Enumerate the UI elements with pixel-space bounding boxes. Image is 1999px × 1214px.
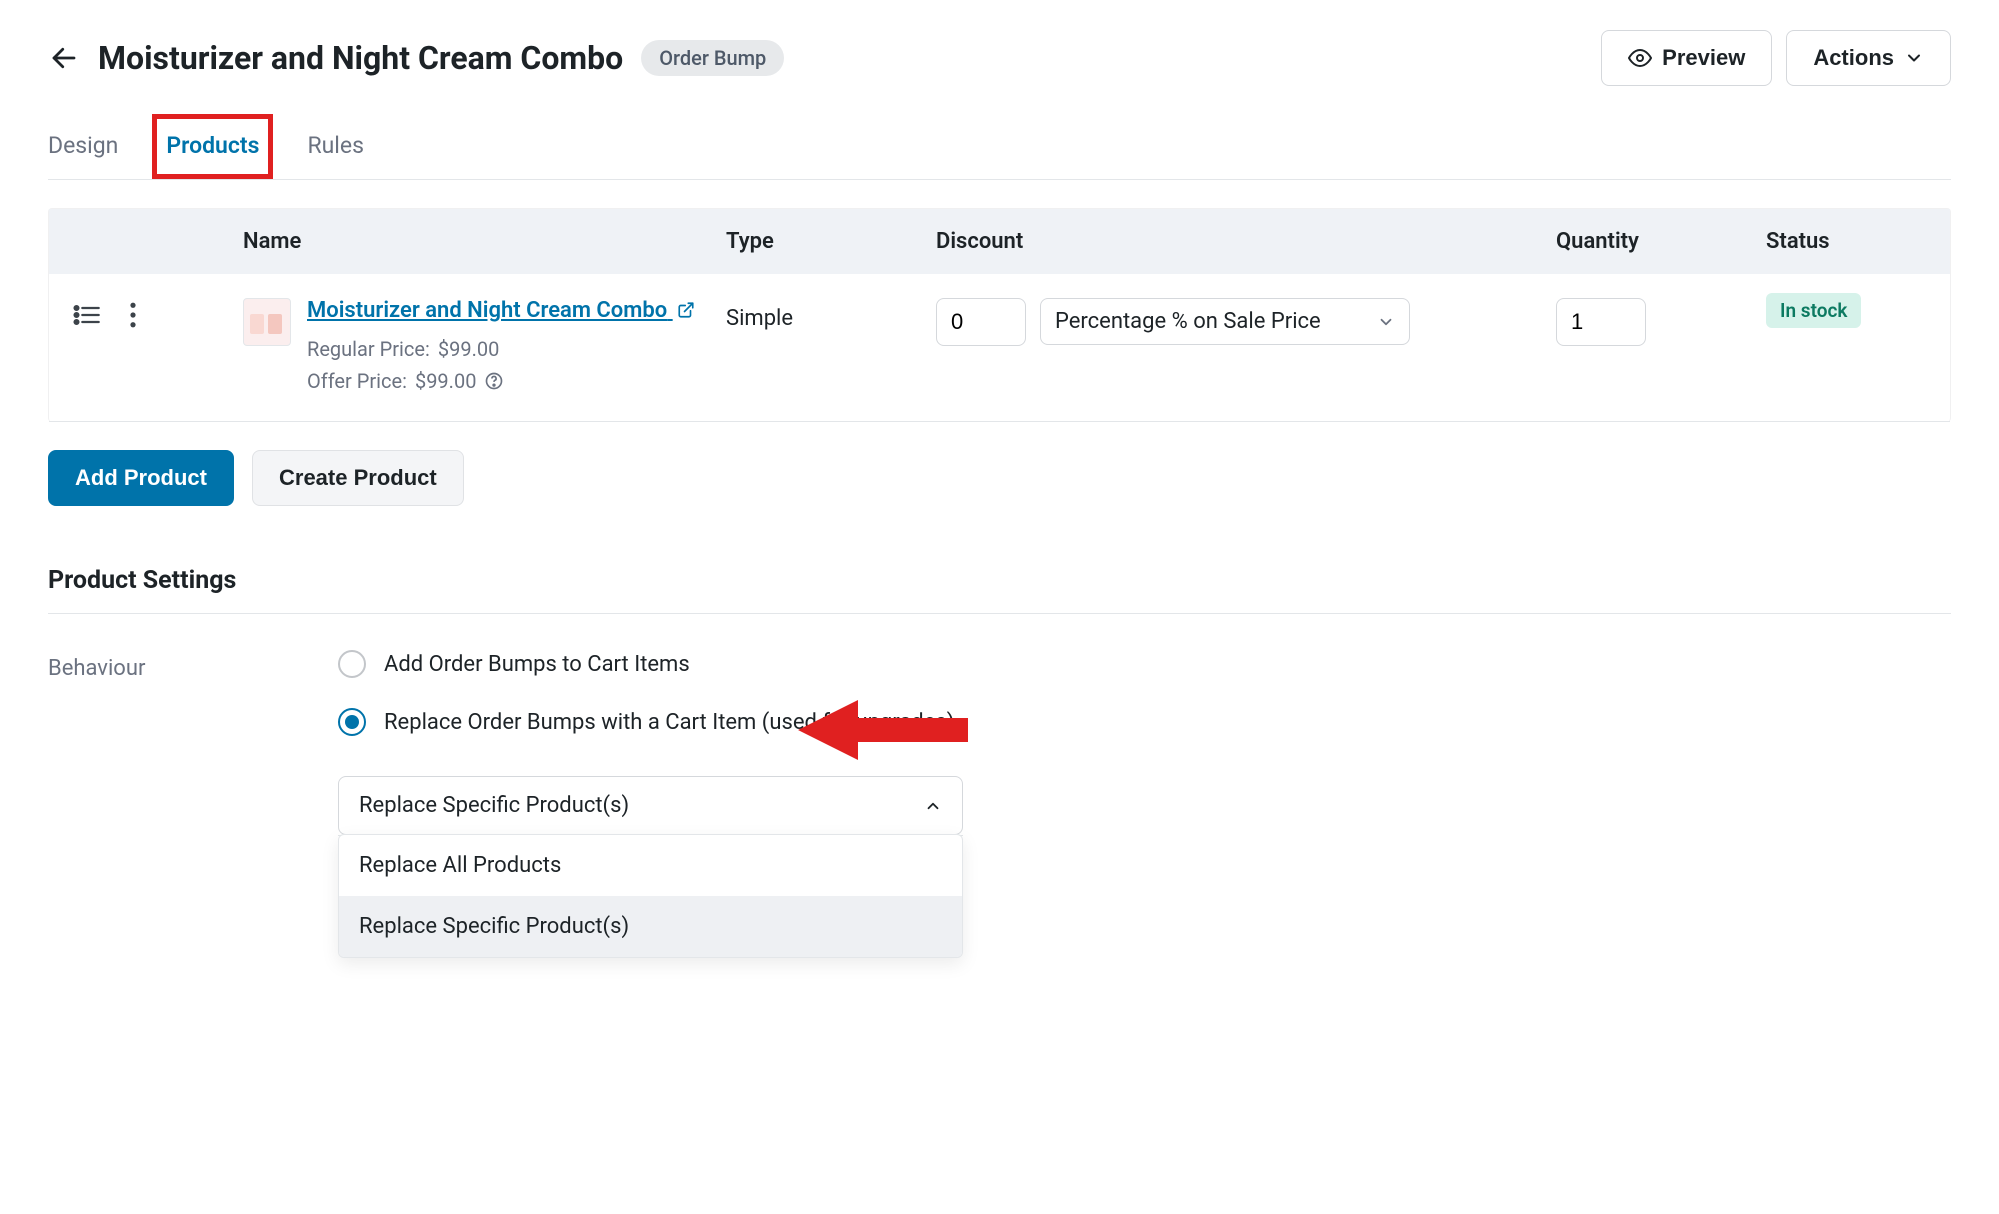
status-badge: In stock: [1766, 293, 1861, 328]
option-replace-specific[interactable]: Replace Specific Product(s): [339, 896, 962, 957]
type-badge: Order Bump: [641, 40, 784, 76]
col-type: Type: [726, 229, 936, 254]
chevron-up-icon: [924, 797, 942, 815]
external-link-icon: [677, 301, 695, 319]
product-name: Moisturizer and Night Cream Combo: [307, 298, 667, 323]
col-discount: Discount: [936, 229, 1556, 254]
radio-replace-label: Replace Order Bumps with a Cart Item (us…: [384, 710, 954, 735]
behaviour-setting: Behaviour Add Order Bumps to Cart Items …: [48, 650, 1951, 893]
actions-label: Actions: [1813, 45, 1894, 71]
product-thumbnail: [243, 298, 291, 346]
chevron-down-icon: [1377, 313, 1395, 331]
products-table: Name Type Discount Quantity Status Moist…: [48, 208, 1951, 422]
product-type: Simple: [726, 298, 936, 331]
regular-price: Regular Price: $99.00: [307, 333, 695, 365]
radio-add-to-cart[interactable]: Add Order Bumps to Cart Items: [338, 650, 963, 678]
radio-replace-cart[interactable]: Replace Order Bumps with a Cart Item (us…: [338, 708, 963, 736]
back-button[interactable]: [48, 42, 80, 74]
tab-design[interactable]: Design: [48, 126, 118, 179]
preview-label: Preview: [1662, 45, 1745, 71]
behaviour-label: Behaviour: [48, 650, 338, 893]
radio-checked-icon: [338, 708, 366, 736]
discount-value-input[interactable]: [936, 298, 1026, 346]
offer-price: Offer Price: $99.00: [307, 365, 695, 397]
tab-bar: Design Products Rules: [48, 126, 1951, 180]
radio-add-label: Add Order Bumps to Cart Items: [384, 652, 690, 677]
actions-button[interactable]: Actions: [1786, 30, 1951, 86]
col-status: Status: [1766, 229, 1926, 254]
discount-type-label: Percentage % on Sale Price: [1055, 309, 1321, 334]
tab-products-label: Products: [166, 132, 259, 159]
chevron-down-icon: [1904, 48, 1924, 68]
page-header: Moisturizer and Night Cream Combo Order …: [48, 30, 1951, 86]
discount-type-select[interactable]: Percentage % on Sale Price: [1040, 298, 1410, 345]
product-link[interactable]: Moisturizer and Night Cream Combo: [307, 298, 695, 323]
option-replace-all[interactable]: Replace All Products: [339, 835, 962, 896]
create-product-button[interactable]: Create Product: [252, 450, 464, 506]
replace-mode-menu: Replace All Products Replace Specific Pr…: [338, 834, 963, 958]
arrow-left-icon: [49, 43, 79, 73]
eye-icon: [1628, 46, 1652, 70]
preview-button[interactable]: Preview: [1601, 30, 1772, 86]
replace-mode-select[interactable]: Replace Specific Product(s): [338, 776, 963, 835]
product-settings-heading: Product Settings: [48, 566, 1951, 595]
quantity-input[interactable]: [1556, 298, 1646, 346]
help-icon[interactable]: [484, 371, 504, 391]
add-product-button[interactable]: Add Product: [48, 450, 234, 506]
col-quantity: Quantity: [1556, 229, 1766, 254]
tab-products[interactable]: Products: [166, 126, 259, 179]
tab-rules[interactable]: Rules: [307, 126, 364, 179]
drag-handle-icon[interactable]: [73, 303, 101, 327]
row-menu-icon[interactable]: [129, 302, 137, 328]
radio-unchecked-icon: [338, 650, 366, 678]
table-header: Name Type Discount Quantity Status: [49, 209, 1950, 274]
table-row: Moisturizer and Night Cream Combo Regula…: [49, 274, 1950, 422]
replace-mode-selected: Replace Specific Product(s): [359, 793, 629, 818]
page-title: Moisturizer and Night Cream Combo: [98, 39, 623, 77]
col-name: Name: [243, 229, 726, 254]
